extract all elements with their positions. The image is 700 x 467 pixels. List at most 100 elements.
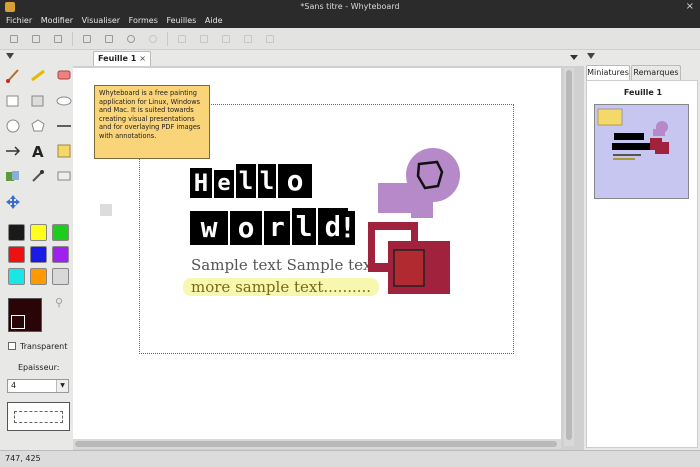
color-link-icon[interactable]: ⚲ (52, 296, 66, 310)
text-box-tool-icon[interactable] (55, 167, 73, 185)
background-color-indicator (11, 315, 25, 329)
side-panel: Miniatures Remarques Feuille 1 (584, 50, 700, 450)
sticky-note[interactable]: Whyteboard is a free painting applicatio… (94, 85, 210, 159)
color-swatch-green[interactable] (52, 224, 69, 241)
status-bar: 747, 425 (0, 450, 700, 467)
open-icon[interactable] (29, 32, 43, 46)
sample-text-1[interactable]: Sample text Sample text (191, 256, 378, 274)
world-letter[interactable]: l (292, 208, 316, 245)
thickness-label: Epaisseur: (18, 363, 60, 372)
hello-letter[interactable]: l (236, 164, 256, 198)
menu-feuilles[interactable]: Feuilles (166, 16, 196, 25)
hello-letter[interactable]: o (278, 164, 312, 198)
color-swatch-purple[interactable] (52, 246, 69, 263)
hello-letter[interactable]: H (190, 168, 212, 198)
redo-icon[interactable] (146, 32, 160, 46)
paste-icon[interactable] (102, 32, 116, 46)
new-icon[interactable] (7, 32, 21, 46)
color-swatch-red[interactable] (8, 246, 25, 263)
menu-visualiser[interactable]: Visualiser (82, 16, 120, 25)
thumbnail-title: Feuille 1 (623, 88, 663, 97)
horizontal-scrollbar[interactable] (73, 439, 561, 449)
current-color-selector[interactable] (8, 298, 42, 332)
close-tab-icon[interactable]: × (139, 52, 146, 66)
pencil-tool-icon[interactable] (29, 66, 47, 84)
world-letter[interactable]: r (264, 211, 290, 245)
delete-icon[interactable] (175, 32, 189, 46)
tools-panel: A ⚲ Transparent Epaisseur: 4 ▼ (0, 50, 73, 450)
save-icon[interactable] (51, 32, 65, 46)
arrow-tool-icon[interactable] (4, 142, 22, 160)
menu-fichier[interactable]: Fichier (6, 16, 32, 25)
eraser-tool-icon[interactable] (55, 66, 73, 84)
menu-bar: Fichier Modifier Visualiser Formes Feuil… (0, 14, 700, 28)
move-up-icon[interactable] (197, 32, 211, 46)
color-swatch-yellow[interactable] (30, 224, 47, 241)
toolbar-separator (167, 32, 168, 46)
grey-square-shape[interactable] (100, 204, 112, 216)
world-letter[interactable]: w (190, 211, 228, 245)
menu-formes[interactable]: Formes (129, 16, 158, 25)
app-icon (5, 2, 15, 12)
menu-aide[interactable]: Aide (205, 16, 223, 25)
toolbar-separator (72, 32, 73, 46)
sheet-thumbnail[interactable] (594, 104, 689, 199)
note-tool-icon[interactable] (55, 142, 73, 160)
svg-text:A: A (32, 143, 44, 160)
brush-tool-icon[interactable] (4, 66, 22, 84)
color-swatch-black[interactable] (8, 224, 25, 241)
eyedropper-tool-icon[interactable] (29, 167, 47, 185)
thickness-select[interactable]: 4 ▼ (7, 379, 69, 393)
tab-remarques[interactable]: Remarques (631, 65, 681, 80)
transparent-label: Transparent (20, 342, 68, 351)
menu-modifier[interactable]: Modifier (41, 16, 73, 25)
collapse-arrow-icon[interactable] (587, 53, 595, 59)
media-tool-icon[interactable] (4, 167, 22, 185)
purple-rect-shape (411, 186, 433, 218)
collapse-arrow-icon[interactable] (6, 53, 14, 59)
text-tool-icon[interactable]: A (29, 142, 47, 161)
transparent-option[interactable]: Transparent (8, 342, 67, 352)
hello-letter[interactable]: e (214, 170, 234, 198)
thickness-value: 4 (11, 381, 17, 390)
copy-icon[interactable] (80, 32, 94, 46)
thumbnails-list: Feuille 1 (586, 80, 698, 448)
to-top-icon[interactable] (241, 32, 255, 46)
move-tool-icon[interactable] (4, 193, 22, 211)
drawing-canvas[interactable]: Whyteboard is a free painting applicatio… (73, 68, 561, 439)
color-swatch-cyan[interactable] (8, 268, 25, 285)
color-swatch-orange[interactable] (30, 268, 47, 285)
cursor-coordinates: 747, 425 (5, 454, 41, 463)
sample-text-2[interactable]: more sample text.......... (183, 278, 380, 296)
line-tool-icon[interactable] (55, 117, 73, 135)
window-title: *Sans titre - Whyteboard (300, 2, 400, 11)
ellipse-tool-icon[interactable] (55, 92, 73, 110)
rounded-rect-tool-icon[interactable] (29, 92, 47, 110)
chevron-down-icon[interactable]: ▼ (56, 380, 68, 392)
tab-feuille-1[interactable]: Feuille 1 × (93, 51, 151, 66)
circle-tool-icon[interactable] (4, 117, 22, 135)
tab-label: Feuille 1 (98, 54, 137, 63)
shapes-group[interactable] (363, 146, 463, 296)
tab-miniatures[interactable]: Miniatures (586, 65, 630, 80)
color-swatch-grey[interactable] (52, 268, 69, 285)
main-toolbar (0, 28, 700, 50)
exclamation-letter[interactable]: ! (339, 211, 356, 245)
hello-letter[interactable]: l (258, 164, 276, 198)
tabs-dropdown-icon[interactable] (570, 55, 578, 60)
horizontal-scroll-thumb[interactable] (75, 441, 557, 447)
color-swatch-blue[interactable] (30, 246, 47, 263)
to-bottom-icon[interactable] (263, 32, 277, 46)
vertical-scroll-thumb[interactable] (566, 70, 572, 440)
undo-icon[interactable] (124, 32, 138, 46)
canvas-area: Whyteboard is a free painting applicatio… (73, 66, 584, 450)
move-down-icon[interactable] (219, 32, 233, 46)
world-letter[interactable]: o (230, 211, 262, 245)
title-bar: *Sans titre - Whyteboard × (0, 0, 700, 14)
rectangle-tool-icon[interactable] (4, 92, 22, 110)
dark-red-square-shape (393, 249, 425, 287)
polygon-tool-icon[interactable] (29, 117, 47, 135)
transparent-checkbox[interactable] (8, 342, 16, 350)
vertical-scrollbar[interactable] (564, 68, 574, 446)
close-window-icon[interactable]: × (686, 1, 694, 13)
